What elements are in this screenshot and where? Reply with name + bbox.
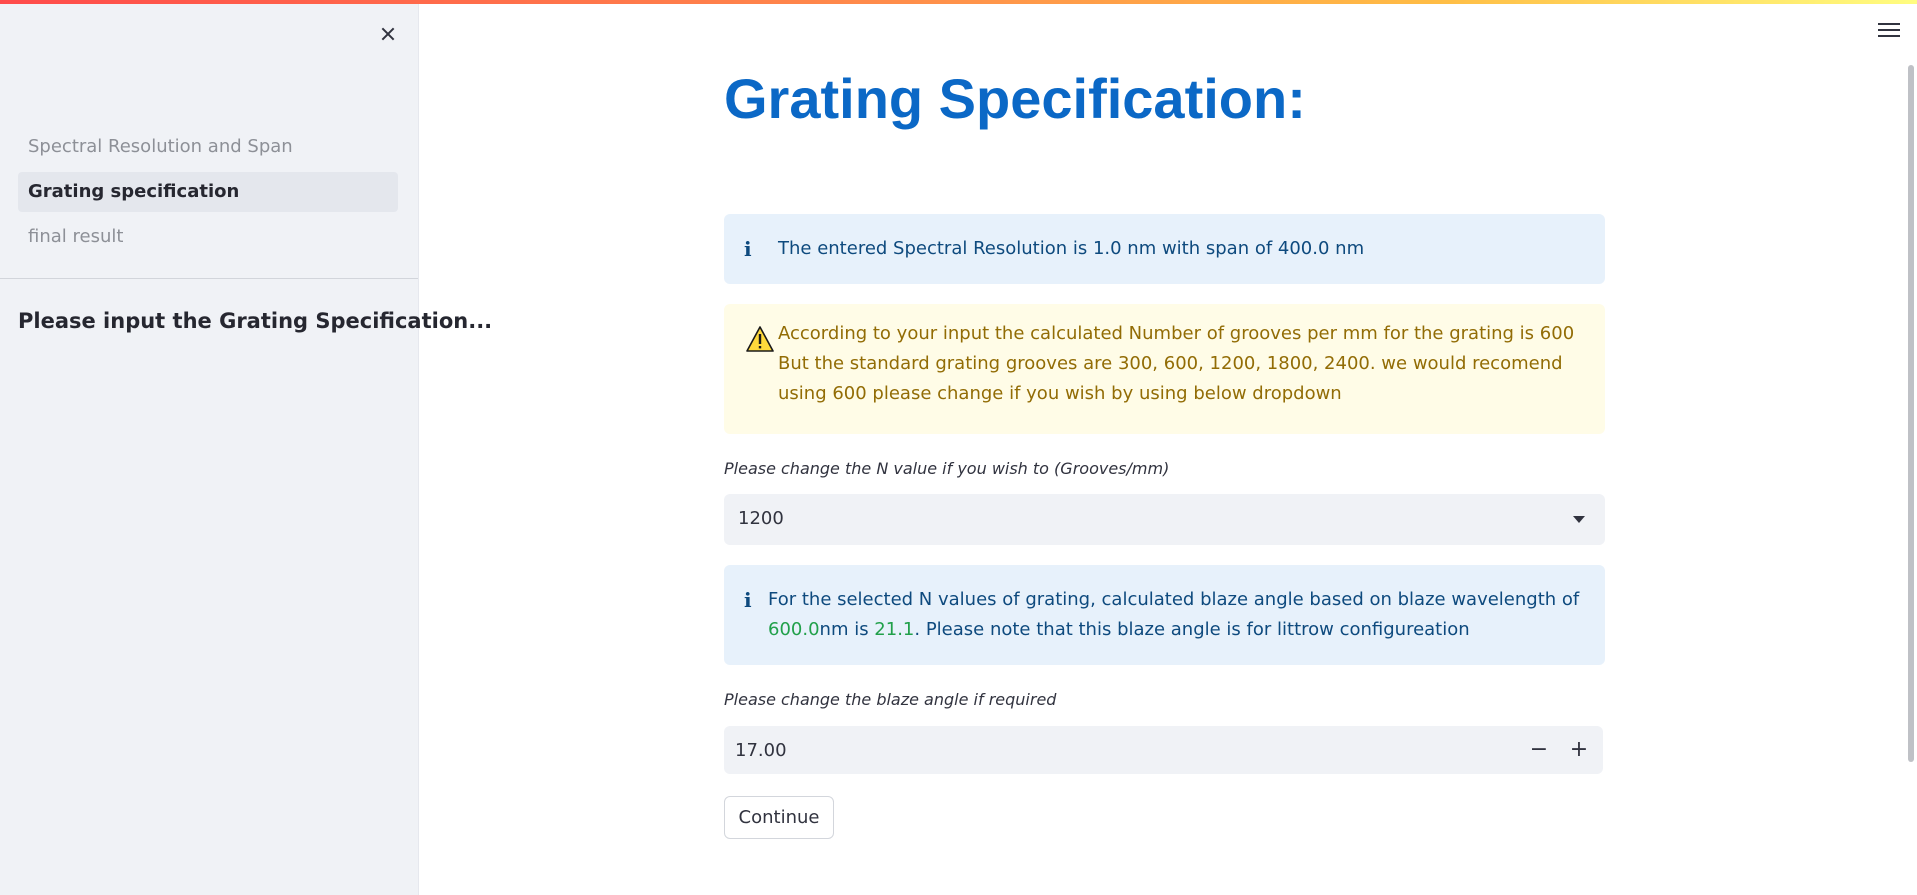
warning-alert: According to your input the calculated N…: [724, 304, 1605, 434]
sidebar: Spectral Resolution and Span Grating spe…: [0, 0, 492, 895]
blaze-text-part2: nm is: [819, 619, 875, 640]
sidebar-item-spectral-resolution[interactable]: Spectral Resolution and Span: [18, 127, 398, 167]
info-alert-resolution: i The entered Spectral Resolution is 1.0…: [724, 214, 1605, 284]
warning-icon: [746, 326, 774, 352]
info-icon: i: [744, 588, 752, 612]
sidebar-nav: Spectral Resolution and Span Grating spe…: [18, 127, 398, 262]
page-title: Grating Specification:: [724, 67, 1306, 130]
info-alert-text: The entered Spectral Resolution is 1.0 n…: [778, 238, 1365, 259]
info-alert-blaze: i For the selected N values of grating, …: [724, 565, 1605, 665]
sidebar-item-final-result[interactable]: final result: [18, 217, 398, 257]
info-icon: i: [744, 237, 752, 261]
blaze-angle-number-input: − +: [724, 726, 1603, 774]
increment-button[interactable]: +: [1563, 734, 1595, 766]
chevron-down-icon: [1573, 516, 1585, 523]
continue-button[interactable]: Continue: [724, 796, 834, 839]
blaze-angle-field[interactable]: [724, 726, 1504, 774]
blaze-angle-label: Please change the blaze angle if require…: [724, 690, 1057, 709]
n-value-selected: 1200: [738, 508, 784, 529]
sidebar-item-grating-specification[interactable]: Grating specification: [18, 172, 398, 212]
close-icon[interactable]: [374, 20, 402, 48]
blaze-angle-value: 21.1: [874, 619, 915, 640]
decrement-button[interactable]: −: [1523, 734, 1555, 766]
n-value-label: Please change the N value if you wish to…: [724, 459, 1170, 478]
warning-alert-text: According to your input the calculated N…: [778, 323, 1575, 404]
hamburger-menu-icon[interactable]: [1878, 23, 1900, 43]
sidebar-heading: Please input the Grating Specification..…: [18, 309, 493, 333]
top-decoration-bar: [0, 0, 1917, 4]
n-value-select[interactable]: 1200: [724, 494, 1605, 545]
blaze-text-part1: For the selected N values of grating, ca…: [768, 589, 1580, 610]
scrollbar[interactable]: [1908, 65, 1914, 762]
blaze-wavelength-value: 600.0: [768, 619, 820, 640]
blaze-text-part3: . Please note that this blaze angle is f…: [914, 619, 1470, 640]
sidebar-divider: [0, 278, 418, 279]
info-alert-blaze-text: For the selected N values of grating, ca…: [768, 585, 1585, 645]
